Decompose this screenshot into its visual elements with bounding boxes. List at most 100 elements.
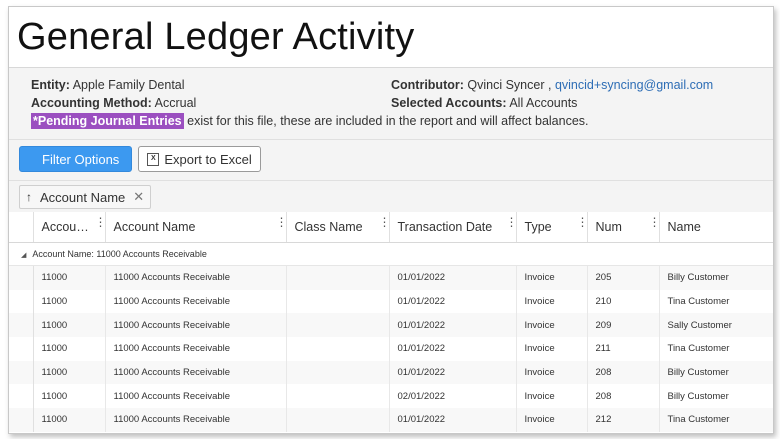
cell-account-name: 11000 Accounts Receivable [105,408,287,432]
sort-ascending-icon[interactable]: ↑ [26,190,32,204]
cell-class-name [286,313,390,338]
cell-account-name: 11000 Accounts Receivable [105,337,287,361]
ledger-grid: Accou… ⋮ Account Name ⋮ Class Name ⋮ Transa… [9,212,773,432]
column-header-label: Type [524,220,552,234]
table-row[interactable]: 11000 11000 Accounts Receivable 01/01/2022… [9,289,773,314]
cell-transaction-date: 01/01/2022 [389,289,517,314]
cell-class-name [286,408,390,432]
cell-account: 11000 [33,384,106,409]
cell-transaction-date: 01/01/2022 [389,337,517,361]
cell-transaction-date: 01/01/2022 [389,408,517,432]
accounting-method-label: Accounting Method: [31,96,152,110]
cell-name: Tina Customer [659,337,773,361]
column-menu-icon[interactable]: ⋮ [276,216,286,228]
row-gutter [9,313,34,338]
page-title: General Ledger Activity [17,15,415,58]
cell-type: Invoice [516,289,588,314]
grouping-bar: ↑ Account Name ✕ [9,180,773,212]
row-gutter [9,384,34,409]
pending-journal-badge[interactable]: *Pending Journal Entries [31,113,184,129]
report-window: General Ledger Activity Entity: Apple Fa… [8,6,774,434]
filter-options-button[interactable]: Filter Options [19,146,133,172]
cell-name: Billy Customer [659,360,773,385]
column-menu-icon[interactable]: ⋮ [95,216,105,228]
cell-account: 11000 [33,408,106,432]
cell-num: 208 [587,360,660,385]
table-row[interactable]: 11000 11000 Accounts Receivable 01/01/2022… [9,337,773,361]
column-header-transaction-date[interactable]: Transaction Date ⋮ [389,212,517,243]
cell-account-name: 11000 Accounts Receivable [105,289,287,314]
cell-class-name [286,289,390,314]
cell-name: Billy Customer [659,265,773,290]
column-header-label: Name [667,220,701,234]
group-row[interactable]: ◢ Account Name: 11000 Accounts Receivable [9,242,773,266]
cell-type: Invoice [516,265,588,290]
remove-group-icon[interactable]: ✕ [133,189,144,205]
cell-class-name [286,360,390,385]
group-row-label: Account Name: 11000 Accounts Receivable [32,249,207,259]
group-chip-account-name[interactable]: ↑ Account Name ✕ [19,185,152,209]
cell-class-name [286,265,390,290]
column-header-name[interactable]: Name⋮ [659,212,773,243]
column-header-label: Account Name [113,220,196,234]
export-to-excel-label: Export to Excel [164,151,252,167]
cell-name: Sally Customer [659,313,773,338]
grid-gutter-header [9,212,34,243]
row-gutter [9,360,34,385]
cell-num: 209 [587,313,660,338]
cell-num: 212 [587,408,660,432]
collapse-group-icon[interactable]: ◢ [21,252,26,259]
cell-num: 210 [587,289,660,314]
row-gutter [9,289,34,314]
cell-num: 211 [587,337,660,361]
column-menu-icon[interactable]: ⋮ [577,216,587,228]
table-row[interactable]: 11000 11000 Accounts Receivable 01/01/2022… [9,313,773,338]
cell-account-name: 11000 Accounts Receivable [105,360,287,385]
contributor-label: Contributor: [391,78,464,92]
cell-transaction-date: 01/01/2022 [389,360,517,385]
cell-name: Tina Customer [659,408,773,432]
column-header-label: Accou… [41,220,89,234]
accounting-method-value: Accrual [154,96,197,110]
cell-transaction-date: 02/01/2022 [389,384,517,409]
column-header-class-name[interactable]: Class Name ⋮ [286,212,390,243]
column-menu-icon[interactable]: ⋮ [506,216,516,228]
cell-name: Tina Customer [659,289,773,314]
cell-account: 11000 [33,360,106,385]
cell-type: Invoice [516,408,588,432]
row-gutter [9,337,34,361]
cell-type: Invoice [516,337,588,361]
cell-account: 11000 [33,313,106,338]
cell-account-name: 11000 Accounts Receivable [105,265,287,290]
contributor-name: Qvinci Syncer , [467,78,552,92]
table-row[interactable]: 11000 11000 Accounts Receivable 01/01/2022… [9,360,773,385]
selected-accounts-row: Selected Accounts: All Accounts [391,94,577,112]
cell-num: 205 [587,265,660,290]
cell-type: Invoice [516,313,588,338]
column-header-label: Class Name [294,220,363,234]
column-header-num[interactable]: Num ⋮ [587,212,660,243]
excel-icon: X [147,152,160,166]
group-row-cell: ◢ Account Name: 11000 Accounts Receivable [9,242,773,266]
cell-account: 11000 [33,337,106,361]
table-row[interactable]: 11000 11000 Accounts Receivable 01/01/2022… [9,408,773,432]
pending-entries-text: exist for this file, these are included … [187,114,589,128]
grid-body: ◢ Account Name: 11000 Accounts Receivable… [9,242,773,432]
table-row[interactable]: 11000 11000 Accounts Receivable 01/01/2022… [9,265,773,290]
export-to-excel-button[interactable]: X Export to Excel [138,146,261,172]
cell-name: Billy Customer [659,384,773,409]
contributor-email-link[interactable]: qvincid+syncing@gmail.com [555,78,713,92]
column-header-label: Num [595,220,622,234]
column-header-account[interactable]: Accou… ⋮ [33,212,106,243]
cell-class-name [286,384,390,409]
column-header-type[interactable]: Type ⋮ [516,212,588,243]
cell-account-name: 11000 Accounts Receivable [105,384,287,409]
pending-entries-row: *Pending Journal Entries exist for this … [31,112,773,130]
row-gutter [9,265,34,290]
title-bar: General Ledger Activity [9,7,773,68]
table-row[interactable]: 11000 11000 Accounts Receivable 02/01/2022… [9,384,773,409]
toolbar: Filter Options X Export to Excel [9,140,773,180]
column-menu-icon[interactable]: ⋮ [649,216,659,228]
column-menu-icon[interactable]: ⋮ [379,216,389,228]
column-header-account-name[interactable]: Account Name ⋮ [105,212,287,243]
